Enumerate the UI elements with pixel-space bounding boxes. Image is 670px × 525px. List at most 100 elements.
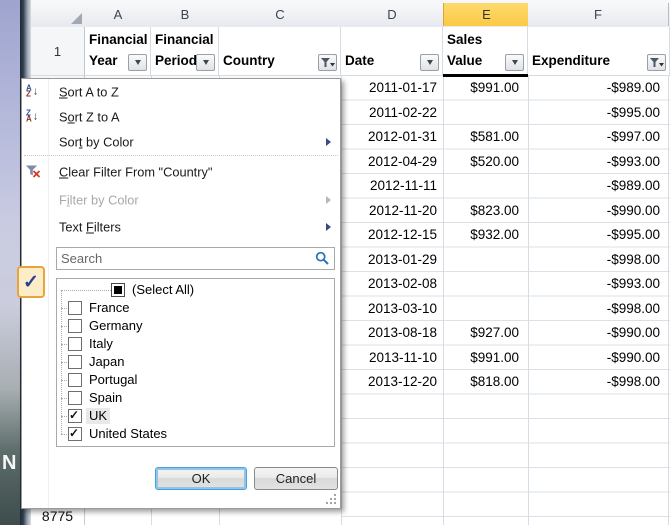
menu-item-filter-by-color[interactable]: Filter by Color [22,186,340,213]
ok-button[interactable]: OK [155,467,247,490]
menu-item-clear-filter[interactable]: Clear Filter From "Country" [22,158,340,185]
cell-sales[interactable]: $823.00 [443,199,519,224]
cell-expenditure[interactable]: -$997.00 [528,125,660,150]
cell-sales[interactable] [443,248,519,273]
cell-expenditure[interactable]: -$989.00 [528,174,660,199]
cell-date[interactable]: 2013-03-10 [341,297,437,322]
filter-value-label: Germany [86,318,145,334]
sort-za-icon: ZA↓ [26,110,38,123]
cell-date[interactable]: 2011-01-17 [341,76,437,101]
checkmark-annotation[interactable]: ✓ [17,266,45,298]
filter-value-uk[interactable]: ✓ UK [57,407,334,425]
filter-value-japan[interactable]: Japan [57,353,334,371]
cell-expenditure[interactable]: -$989.00 [528,76,660,101]
cell-date[interactable]: 2011-02-22 [341,101,437,126]
column-header-a[interactable]: A [85,3,152,26]
cell-expenditure[interactable]: -$990.00 [528,199,660,224]
checkbox-icon[interactable]: ✓ [68,427,82,441]
cell-expenditure[interactable]: -$993.00 [528,150,660,175]
filter-value-france[interactable]: France [57,299,334,317]
cell-date[interactable]: 2013-11-10 [341,346,437,371]
cell-date[interactable]: 2012-11-20 [341,199,437,224]
checkbox-icon[interactable] [111,283,125,297]
financial-period-filter-button[interactable] [196,54,215,71]
cell-sales[interactable] [443,297,519,322]
row-header-8775[interactable]: 8775 [31,508,84,525]
column-header-b[interactable]: B [151,3,220,26]
filter-value--select-all-[interactable]: (Select All) [57,281,334,299]
checkbox-icon[interactable] [68,391,82,405]
menu-item-sort-z-to-a[interactable]: ZA↓ Sort Z to A [22,104,340,129]
checkbox-icon[interactable] [68,355,82,369]
cell-sales[interactable]: $818.00 [443,370,519,395]
search-input[interactable] [57,248,316,269]
filter-funnel-icon [650,58,664,68]
menu-item-text-filters[interactable]: Text Filters [22,213,340,240]
header-cell-country[interactable]: Country [219,27,341,76]
resize-grip[interactable] [325,493,337,505]
cell-date[interactable]: 2012-01-31 [341,125,437,150]
cell-sales[interactable]: $581.00 [443,125,519,150]
cell-expenditure[interactable]: -$998.00 [528,370,660,395]
expenditure-filter-button-active[interactable] [647,54,666,71]
filter-value-label: UK [86,408,110,424]
desktop-background: N [0,0,22,525]
filter-value-italy[interactable]: Italy [57,335,334,353]
cell-sales[interactable] [443,272,519,297]
cell-sales[interactable] [443,174,519,199]
cell-expenditure[interactable]: -$998.00 [528,297,660,322]
search-icon[interactable] [315,251,330,266]
column-header-f[interactable]: F [528,3,669,26]
checkbox-icon[interactable]: ✓ [68,409,82,423]
column-header-c[interactable]: C [219,3,342,26]
cell-sales[interactable]: $991.00 [443,346,519,371]
header-cell-sales-value[interactable]: Sales Value [443,27,528,76]
filter-value-united-states[interactable]: ✓United States [57,425,334,443]
header-cell-expenditure[interactable]: Expenditure [528,27,670,76]
date-filter-button[interactable] [420,54,439,71]
filter-value-portugal[interactable]: Portugal [57,371,334,389]
checkbox-icon[interactable] [68,337,82,351]
desktop-wallpaper-text: N [2,452,16,475]
cell-expenditure[interactable]: -$993.00 [528,272,660,297]
filter-value-label: (Select All) [129,282,197,298]
cancel-button[interactable]: Cancel [254,467,338,490]
column-header-e-selected[interactable]: E [443,3,530,26]
checkbox-icon[interactable] [68,301,82,315]
checkbox-icon[interactable] [68,373,82,387]
submenu-arrow-icon [326,223,331,231]
cell-date[interactable]: 2012-04-29 [341,150,437,175]
menu-item-sort-by-color[interactable]: Sort by Color [22,129,340,154]
cell-sales[interactable]: $991.00 [443,76,519,101]
select-all-corner[interactable] [31,3,86,26]
cell-expenditure[interactable]: -$995.00 [528,223,660,248]
cell-date[interactable]: 2013-08-18 [341,321,437,346]
cell-date[interactable]: 2012-11-11 [341,174,437,199]
menu-item-sort-a-to-z[interactable]: AZ↓ Sort A to Z [22,79,340,104]
cell-sales[interactable] [443,101,519,126]
cell-date[interactable]: 2013-02-08 [341,272,437,297]
clear-filter-icon [26,165,41,178]
row-header-1[interactable]: 1 [31,27,85,76]
cell-sales[interactable]: $927.00 [443,321,519,346]
cell-sales[interactable]: $932.00 [443,223,519,248]
header-cell-date[interactable]: Date [341,27,443,76]
header-cell-financial-period[interactable]: Financial Period [151,27,219,76]
filter-value-germany[interactable]: Germany [57,317,334,335]
financial-year-filter-button[interactable] [128,54,147,71]
cell-expenditure[interactable]: -$998.00 [528,248,660,273]
checkbox-icon[interactable] [68,319,82,333]
cell-date[interactable]: 2013-01-29 [341,248,437,273]
filter-value-spain[interactable]: Spain [57,389,334,407]
sales-value-filter-button[interactable] [505,54,524,71]
cell-sales[interactable]: $520.00 [443,150,519,175]
dropdown-arrow-icon [512,60,518,65]
cell-expenditure[interactable]: -$990.00 [528,321,660,346]
cell-expenditure[interactable]: -$990.00 [528,346,660,371]
column-header-d[interactable]: D [341,3,444,26]
cell-date[interactable]: 2012-12-15 [341,223,437,248]
cell-date[interactable]: 2013-12-20 [341,370,437,395]
header-cell-financial-year[interactable]: Financial Year [85,27,151,76]
country-filter-button-active[interactable] [318,54,337,71]
cell-expenditure[interactable]: -$995.00 [528,101,660,126]
